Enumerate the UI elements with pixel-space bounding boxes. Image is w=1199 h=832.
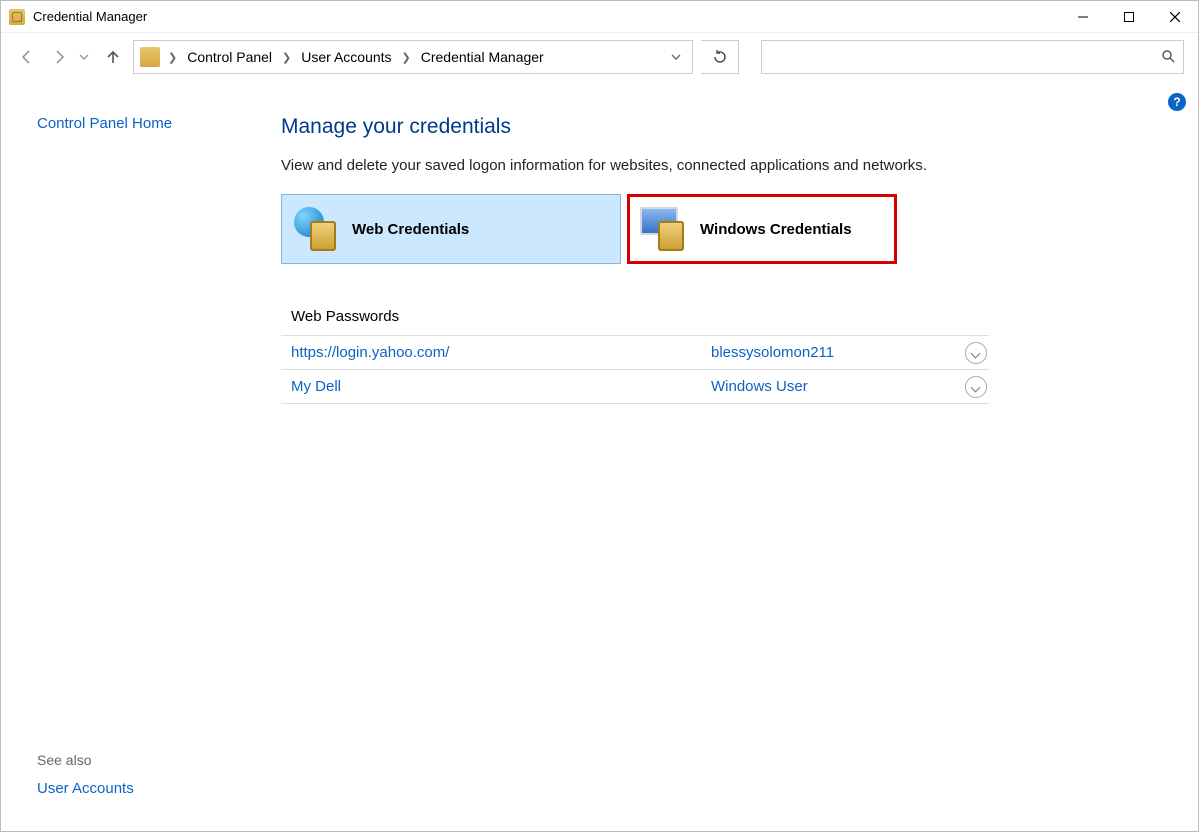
- windows-credentials-tile[interactable]: Windows Credentials: [627, 194, 897, 264]
- sidebar: Control Panel Home See also User Account…: [1, 81, 261, 831]
- maximize-button[interactable]: [1106, 1, 1152, 33]
- window-titlebar: Credential Manager: [1, 1, 1198, 33]
- credential-site: My Dell: [291, 378, 711, 395]
- credential-row[interactable]: https://login.yahoo.com/ blessysolomon21…: [281, 336, 989, 370]
- user-accounts-link[interactable]: User Accounts: [37, 780, 237, 815]
- address-bar[interactable]: ❯ Control Panel ❯ User Accounts ❯ Creden…: [133, 40, 693, 74]
- back-button[interactable]: [15, 45, 39, 69]
- page-heading: Manage your credentials: [281, 115, 1178, 139]
- main-content: Manage your credentials View and delete …: [261, 81, 1198, 831]
- chevron-right-icon: ❯: [398, 51, 415, 64]
- breadcrumb-item[interactable]: User Accounts: [297, 49, 395, 65]
- expand-chevron-icon[interactable]: [965, 376, 987, 398]
- location-icon: [140, 47, 160, 67]
- see-also-heading: See also: [37, 752, 237, 780]
- close-button[interactable]: [1152, 1, 1198, 33]
- breadcrumb-item[interactable]: Control Panel: [183, 49, 276, 65]
- credential-user: Windows User: [711, 378, 965, 395]
- monitor-safe-icon: [640, 205, 688, 253]
- section-title: Web Passwords: [281, 308, 1178, 325]
- search-box[interactable]: [761, 40, 1184, 74]
- chevron-right-icon: ❯: [164, 51, 181, 64]
- control-panel-home-link[interactable]: Control Panel Home: [37, 115, 237, 132]
- recent-locations-dropdown[interactable]: [79, 49, 93, 65]
- search-icon: [1161, 49, 1175, 66]
- expand-chevron-icon[interactable]: [965, 342, 987, 364]
- page-description: View and delete your saved logon informa…: [281, 157, 1178, 174]
- forward-button[interactable]: [47, 45, 71, 69]
- navigation-toolbar: ❯ Control Panel ❯ User Accounts ❯ Creden…: [1, 33, 1198, 81]
- address-dropdown[interactable]: [664, 49, 688, 65]
- web-credentials-tile[interactable]: Web Credentials: [281, 194, 621, 264]
- tile-label: Windows Credentials: [700, 221, 852, 238]
- breadcrumb-item[interactable]: Credential Manager: [417, 49, 548, 65]
- refresh-button[interactable]: [701, 40, 739, 74]
- credentials-table: https://login.yahoo.com/ blessysolomon21…: [281, 335, 989, 404]
- up-button[interactable]: [101, 45, 125, 69]
- app-icon: [9, 9, 25, 25]
- credential-user: blessysolomon211: [711, 344, 965, 361]
- credential-site: https://login.yahoo.com/: [291, 344, 711, 361]
- chevron-right-icon: ❯: [278, 51, 295, 64]
- window-title: Credential Manager: [33, 9, 147, 24]
- tile-label: Web Credentials: [352, 221, 469, 238]
- credential-row[interactable]: My Dell Windows User: [281, 370, 989, 404]
- globe-safe-icon: [292, 205, 340, 253]
- minimize-button[interactable]: [1060, 1, 1106, 33]
